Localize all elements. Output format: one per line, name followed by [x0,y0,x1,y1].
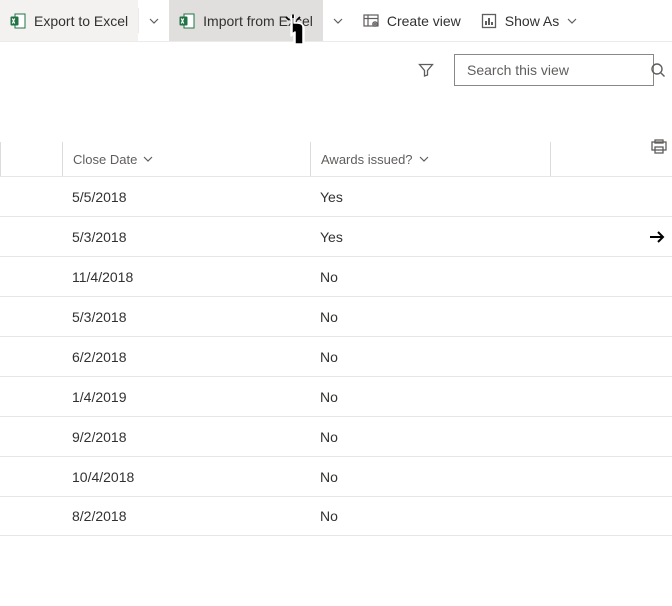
grid-header: Close Date Awards issued? [0,142,672,176]
show-as-button[interactable]: Show As [471,0,587,41]
filter-bar [0,42,672,100]
table-row[interactable]: 11/4/2018No [0,256,672,296]
row-action-icon[interactable] [650,138,668,156]
excel-icon [179,13,195,29]
search-field[interactable] [465,61,650,79]
funnel-icon [418,62,434,78]
cell-awards: Yes [310,189,550,205]
chevron-down-icon [567,16,577,26]
chevron-down-icon [419,154,429,164]
arrow-right-icon[interactable] [648,228,666,246]
import-label: Import from Excel [203,13,313,29]
table-row[interactable]: 8/2/2018No [0,496,672,536]
cell-close-date: 8/2/2018 [62,508,310,524]
show-as-label: Show As [505,13,559,29]
cell-awards: No [310,469,550,485]
chevron-down-icon [143,154,153,164]
table-row[interactable]: 10/4/2018No [0,456,672,496]
column-selector [0,142,62,176]
cell-close-date: 10/4/2018 [62,469,310,485]
cell-awards: No [310,508,550,524]
show-as-icon [481,13,497,29]
chevron-down-icon [149,16,159,26]
cell-close-date: 9/2/2018 [62,429,310,445]
cell-close-date: 5/3/2018 [62,309,310,325]
column-label: Awards issued? [321,152,413,167]
cell-awards: No [310,389,550,405]
table-row[interactable]: 5/3/2018Yes [0,216,672,256]
cell-awards: No [310,429,550,445]
export-to-excel-button[interactable]: Export to Excel [0,0,138,41]
table-row[interactable]: 1/4/2019No [0,376,672,416]
cell-close-date: 5/5/2018 [62,189,310,205]
import-from-excel-button[interactable]: Import from Excel [169,0,323,41]
cell-close-date: 1/4/2019 [62,389,310,405]
column-label: Close Date [73,152,137,167]
create-view-button[interactable]: Create view [353,0,471,41]
data-grid: Close Date Awards issued? 5/5/2018Yes5/3… [0,142,672,536]
cell-awards: Yes [310,229,550,245]
grid-body: 5/5/2018Yes5/3/2018Yes11/4/2018No5/3/201… [0,176,672,536]
search-input[interactable] [454,54,654,86]
cell-awards: No [310,269,550,285]
cell-awards: No [310,349,550,365]
cell-close-date: 6/2/2018 [62,349,310,365]
export-dropdown[interactable] [139,0,169,41]
chevron-down-icon [333,16,343,26]
column-header-close-date[interactable]: Close Date [62,142,310,176]
cell-close-date: 5/3/2018 [62,229,310,245]
table-row[interactable]: 5/5/2018Yes [0,176,672,216]
table-row[interactable]: 9/2/2018No [0,416,672,456]
search-icon [650,62,666,78]
column-header-awards[interactable]: Awards issued? [310,142,550,176]
table-row[interactable]: 5/3/2018No [0,296,672,336]
table-row[interactable]: 6/2/2018No [0,336,672,376]
cell-close-date: 11/4/2018 [62,269,310,285]
create-view-label: Create view [387,13,461,29]
create-view-icon [363,13,379,29]
export-label: Export to Excel [34,13,128,29]
command-bar: Export to Excel Import from Excel Create… [0,0,672,42]
filter-button[interactable] [416,60,436,80]
excel-icon [10,13,26,29]
import-dropdown[interactable] [323,0,353,41]
cell-awards: No [310,309,550,325]
